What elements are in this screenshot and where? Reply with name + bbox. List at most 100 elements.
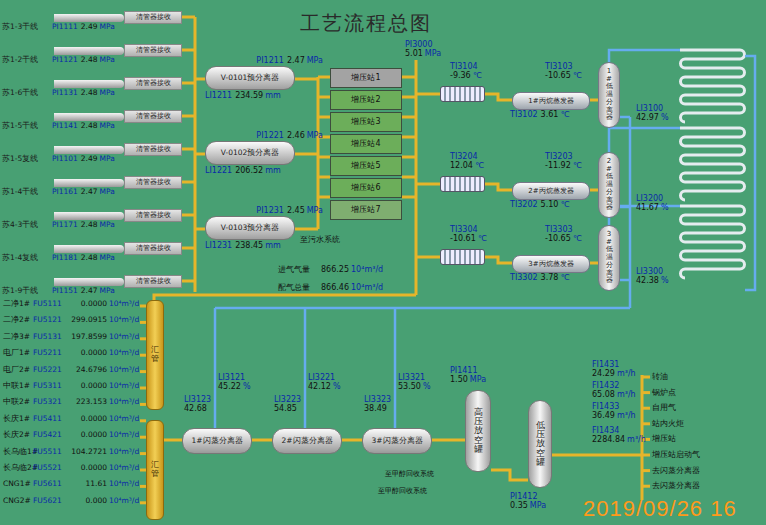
booster-station[interactable]: 增压站3 [330,112,402,132]
pig-receiver[interactable]: 清管器接收 [124,143,182,156]
heat-exchanger-icon[interactable] [440,86,485,102]
gas-pipe-icon [402,196,416,199]
low-temp-separator[interactable]: 3#低温分离器 [598,225,620,291]
tag-label: PI1181 [52,254,78,263]
inlet-line: 清管器接收苏1-4干线PI11612.47MPa [2,177,192,198]
flash-level-a: LI322354.85 [274,395,301,413]
gas-pipe-icon [182,49,195,52]
gas-pipe-icon [552,454,642,457]
hp-vent-tank[interactable]: 高压放空罐 [465,390,491,472]
tag-value: 2.49 [81,155,98,164]
lp-vent-tank[interactable]: 低压放空罐 [528,400,552,488]
gas-pipe-icon [642,391,650,394]
booster-station[interactable]: 增压站7 [330,200,402,220]
flash-separator[interactable]: 3#闪蒸分离器 [362,428,432,454]
pig-receiver[interactable]: 清管器接收 [124,44,182,57]
gas-pipe-icon [402,136,416,139]
flash-level-b: LI322142.12% [308,373,341,391]
outlet-temperature: TI33023.78℃ [510,273,569,282]
gas-pipe-icon [590,189,598,192]
pipeline-icon [54,212,124,220]
propane-evaporator[interactable]: 2#丙烷蒸发器 [512,182,590,200]
tag-unit: MPa [100,89,115,98]
tag-label: PI1151 [52,287,78,296]
inlet-name: 苏1-9干线 [2,287,52,296]
tag-unit: MPa [100,23,115,32]
evaporator-temperature: TI3203-11.92℃ [545,152,582,170]
propane-evaporator[interactable]: 3#丙烷蒸发器 [512,255,590,273]
gas-pipe-icon [318,176,330,179]
gas-pipe-icon [195,153,205,156]
booster-station[interactable]: 增压站5 [330,156,402,176]
evaporator-temperature: TI3303-10.65℃ [545,225,582,243]
booster-stations: 增压站1增压站2增压站3增压站4增压站5增压站6增压站7 [330,68,402,220]
evaporator-temperature: TI3103-10.65℃ [545,62,582,80]
gas-pipe-icon [590,99,598,102]
propane-evaporator[interactable]: 1#丙烷蒸发器 [512,92,590,110]
tag-unit: MPa [100,287,115,296]
gas-pipe-icon [182,247,195,250]
pipeline-icon [54,14,124,22]
cooler-coil-icon [680,50,745,122]
inlet-line: 清管器接收苏1-9干线PI11512.47MPa [2,276,192,297]
pig-receiver[interactable]: 清管器接收 [124,110,182,123]
pipeline-icon [54,113,124,121]
destination-label: 去闪蒸分离器 [652,466,700,475]
gas-pipe-icon [318,96,330,99]
liquid-pipe-icon [215,307,630,310]
pig-receiver[interactable]: 清管器接收 [124,11,182,24]
gas-pipe-icon [182,181,195,184]
tag-label: PI1131 [52,89,78,98]
gas-pipe-icon [432,439,465,442]
pig-receiver[interactable]: 清管器接收 [124,209,182,222]
gas-pipe-icon [642,485,650,488]
gas-pipe-icon [402,176,416,179]
total-flow: 进气气量866.2510⁴m³/d [278,265,383,274]
inlet-line: 清管器接收苏1-4复线PI11812.48MPa [2,243,192,264]
tag-value: 2.48 [81,221,98,230]
outlet-flow: 二净1#FU51110.000010⁴m³/d [3,300,139,309]
pig-receiver[interactable]: 清管器接收 [124,275,182,288]
gas-pipe-icon [140,419,146,422]
liquid-pipe-icon [304,308,307,428]
pig-receiver[interactable]: 清管器接收 [124,242,182,255]
liquid-pipe-icon [394,308,397,428]
destination-label: 自用气 [652,403,676,412]
low-temp-separator[interactable]: 1#低温分离器 [598,62,620,128]
separator-vessel[interactable]: V-0103预分离器 [205,216,295,240]
gas-pipe-icon [182,214,195,217]
gas-pipe-icon [642,469,650,472]
gas-pipe-icon [485,184,512,190]
screen-title: 工艺流程总图 [300,12,432,35]
low-temp-separator[interactable]: 2#低温分离器 [598,152,620,218]
booster-station[interactable]: 增压站1 [330,68,402,88]
liquid-pipe-icon [620,279,630,282]
booster-station[interactable]: 增压站2 [330,90,402,110]
tag-label: PI1111 [52,23,78,32]
tag-unit: MPa [100,155,115,164]
tag-value: 2.48 [81,254,98,263]
booster-station[interactable]: 增压站4 [330,134,402,154]
gas-pipe-icon [182,115,195,118]
pig-receiver[interactable]: 清管器接收 [124,77,182,90]
flash-separator[interactable]: 2#闪蒸分离器 [272,428,342,454]
liquid-pipe-icon [745,56,755,290]
booster-station[interactable]: 增压站6 [330,178,402,198]
flash-separator[interactable]: 1#闪蒸分离器 [182,428,252,454]
separator-vessel[interactable]: V-0101预分离器 [205,66,295,90]
heat-exchanger-icon[interactable] [440,249,485,265]
tag-unit: MPa [100,122,115,131]
inlet-temperature: TI3304-10.61℃ [450,225,487,243]
tag-label: PI1141 [52,122,78,131]
heat-exchanger-icon[interactable] [440,176,485,192]
pressure-reading: PI12112.47MPa [256,56,323,65]
consumer-flow: FI143265.08m³/h [592,381,636,399]
process-screen: 工艺流程总图清管器接收苏1-3干线PI11112.49MPa清管器接收苏1-2干… [0,0,766,525]
gas-pipe-icon [402,156,416,159]
separator-vessel[interactable]: V-0102预分离器 [205,141,295,165]
pig-receiver[interactable]: 清管器接收 [124,176,182,189]
level-reading: LI1211234.59mm [205,91,323,100]
gas-pipe-icon [590,262,598,265]
flash-level-b: LI332153.50% [398,373,431,391]
level-reading: LI1221206.52mm [205,166,323,175]
